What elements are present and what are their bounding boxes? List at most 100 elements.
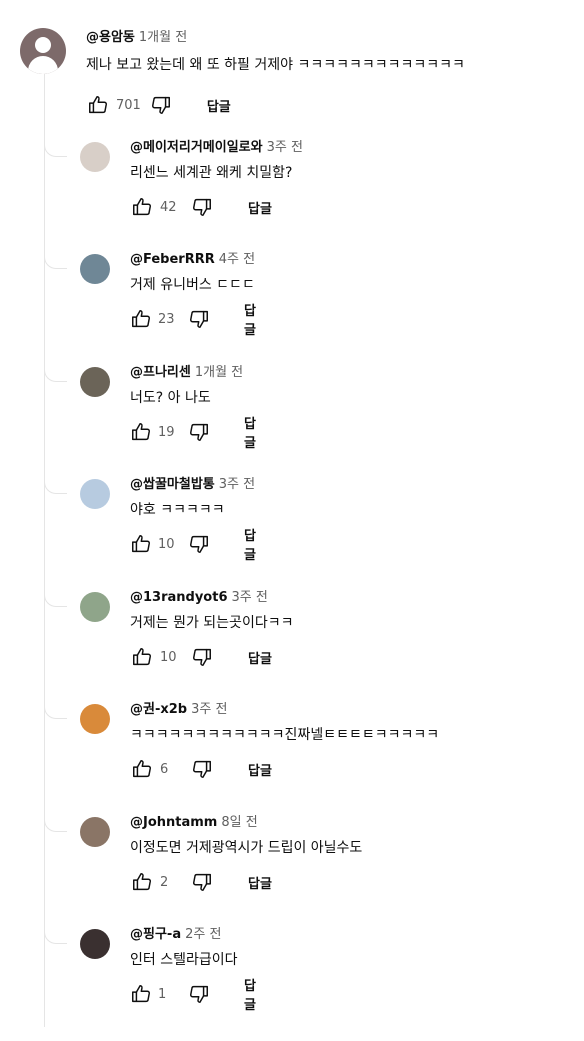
reply-time[interactable]: 2주 전	[185, 927, 221, 942]
reply-text: 거제는 뭔가 되는곳이다ㅋㅋ	[130, 615, 294, 631]
dislike-button[interactable]	[190, 757, 214, 781]
reply-item: @프나리센 1개월 전 너도? 아 나도 19 답글	[0, 365, 584, 479]
reply-item: @Johntamm 8일 전 이정도면 거제광역시가 드립이 아닐수도 2 답글	[0, 815, 584, 929]
thumbs-down-icon	[190, 535, 208, 553]
avatar[interactable]	[80, 254, 110, 284]
avatar[interactable]	[80, 929, 110, 959]
thumbs-down-icon	[193, 198, 211, 216]
like-button[interactable]	[130, 420, 152, 444]
thumbs-up-icon	[133, 760, 151, 778]
reply-item: @13randyot6 3주 전거제는 뭔가 되는곳이다ㅋㅋ 10 답글	[0, 590, 584, 704]
reply-author[interactable]: @13randyot6	[130, 590, 228, 605]
reply-author[interactable]: @메이저리거메이일로와	[130, 140, 263, 155]
dislike-button[interactable]	[149, 93, 173, 117]
reply-button[interactable]: 답글	[207, 96, 231, 115]
reply-author[interactable]: @쌉꿀마철밥통	[130, 477, 215, 492]
reply-meta: @Johntamm 8일 전	[130, 813, 362, 833]
thumbs-up-icon	[132, 535, 150, 553]
like-count: 701	[116, 97, 141, 113]
dislike-button[interactable]	[190, 195, 214, 219]
reply-author[interactable]: @권-x2b	[130, 702, 187, 717]
thread-connector	[44, 817, 67, 832]
reply-body: @Johntamm 8일 전 이정도면 거제광역시가 드립이 아닐수도 2 답글	[130, 813, 362, 892]
avatar[interactable]	[80, 704, 110, 734]
reply-button[interactable]: 답글	[244, 300, 260, 338]
like-count: 42	[160, 199, 177, 215]
dislike-button[interactable]	[188, 532, 210, 556]
like-count: 10	[160, 649, 177, 665]
reply-time[interactable]: 4주 전	[219, 252, 255, 267]
dislike-button[interactable]	[190, 645, 214, 669]
reply-text: 인터 스텔라급이다	[130, 952, 238, 968]
reply-time[interactable]: 3주 전	[219, 477, 255, 492]
comment-author[interactable]: @용암동	[86, 30, 135, 45]
comment-meta: @용암동 1개월 전	[86, 28, 465, 48]
reply-button[interactable]: 답글	[248, 873, 272, 892]
reply-button[interactable]: 답글	[248, 760, 272, 779]
thumbs-up-icon	[132, 310, 150, 328]
like-button[interactable]	[86, 93, 110, 117]
reply-actions: 6 답글	[130, 756, 272, 782]
reply-meta: @핑구-a 2주 전	[130, 925, 238, 945]
reply-text: 리센느 세계관 왜케 치밀함?	[130, 165, 293, 181]
reply-meta: @쌉꿀마철밥통 3주 전	[130, 475, 255, 495]
reply-button[interactable]: 답글	[248, 198, 272, 217]
reply-meta: @메이저리거메이일로와 3주 전	[130, 138, 303, 158]
avatar[interactable]	[80, 367, 110, 397]
reply-time[interactable]: 1개월 전	[195, 365, 243, 380]
like-button[interactable]	[130, 307, 152, 331]
like-button[interactable]	[130, 757, 154, 781]
thread-connector	[44, 367, 67, 382]
comment-body: @용암동 1개월 전 제나 보고 왔는데 왜 또 하필 거제야 ㅋㅋㅋㅋㅋㅋㅋㅋㅋ…	[86, 28, 465, 115]
reply-time[interactable]: 8일 전	[221, 815, 257, 830]
thumbs-up-icon	[89, 96, 107, 114]
reply-actions: 10 답글	[130, 529, 260, 563]
like-count: 2	[160, 874, 169, 890]
reply-body: @쌉꿀마철밥통 3주 전 야호 ㅋㅋㅋㅋㅋ 10 답글	[130, 475, 256, 563]
dislike-button[interactable]	[188, 420, 210, 444]
reply-text: 너도? 아 나도	[130, 390, 211, 406]
reply-body: @메이저리거메이일로와 3주 전리센느 세계관 왜케 치밀함? 42 답글	[130, 138, 303, 217]
dislike-button[interactable]	[190, 870, 214, 894]
reply-text: 거제 유니버스 ㄷㄷㄷ	[130, 277, 255, 293]
reply-author[interactable]: @FeberRRR	[130, 252, 215, 267]
like-button[interactable]	[130, 195, 154, 219]
like-button[interactable]	[130, 645, 154, 669]
reply-body: @13randyot6 3주 전거제는 뭔가 되는곳이다ㅋㅋ 10 답글	[130, 588, 294, 667]
like-button[interactable]	[130, 870, 154, 894]
reply-author[interactable]: @프나리센	[130, 365, 191, 380]
thread-connector	[44, 929, 67, 944]
reply-time[interactable]: 3주 전	[232, 590, 268, 605]
comment-time[interactable]: 1개월 전	[139, 30, 187, 45]
reply-author[interactable]: @Johntamm	[130, 815, 217, 830]
reply-button[interactable]: 답글	[248, 648, 272, 667]
avatar[interactable]	[80, 142, 110, 172]
dislike-button[interactable]	[188, 982, 210, 1006]
avatar[interactable]	[20, 28, 66, 74]
thumbs-down-icon	[190, 423, 208, 441]
reply-time[interactable]: 3주 전	[191, 702, 227, 717]
thumbs-down-icon	[190, 310, 208, 328]
like-button[interactable]	[130, 982, 152, 1006]
thumbs-up-icon	[133, 198, 151, 216]
avatar[interactable]	[80, 817, 110, 847]
reply-button[interactable]: 답글	[244, 525, 260, 563]
like-count: 1	[158, 986, 167, 1002]
avatar[interactable]	[80, 592, 110, 622]
reply-time[interactable]: 3주 전	[267, 140, 303, 155]
reply-item: @메이저리거메이일로와 3주 전리센느 세계관 왜케 치밀함? 42 답글	[0, 140, 584, 254]
thumbs-up-icon	[133, 873, 151, 891]
like-button[interactable]	[130, 532, 152, 556]
avatar[interactable]	[80, 479, 110, 509]
reply-actions: 10 답글	[130, 644, 272, 670]
reply-button[interactable]: 답글	[244, 975, 260, 1013]
comment-actions: 701 답글	[86, 92, 231, 118]
reply-author[interactable]: @핑구-a	[130, 927, 181, 942]
reply-meta: @권-x2b 3주 전	[130, 700, 439, 720]
reply-button[interactable]: 답글	[244, 413, 260, 451]
reply-meta: @13randyot6 3주 전	[130, 588, 293, 608]
reply-text: 야호 ㅋㅋㅋㅋㅋ	[130, 502, 225, 518]
reply-actions: 42 답글	[130, 194, 272, 220]
dislike-button[interactable]	[188, 307, 210, 331]
like-count: 6	[160, 761, 169, 777]
